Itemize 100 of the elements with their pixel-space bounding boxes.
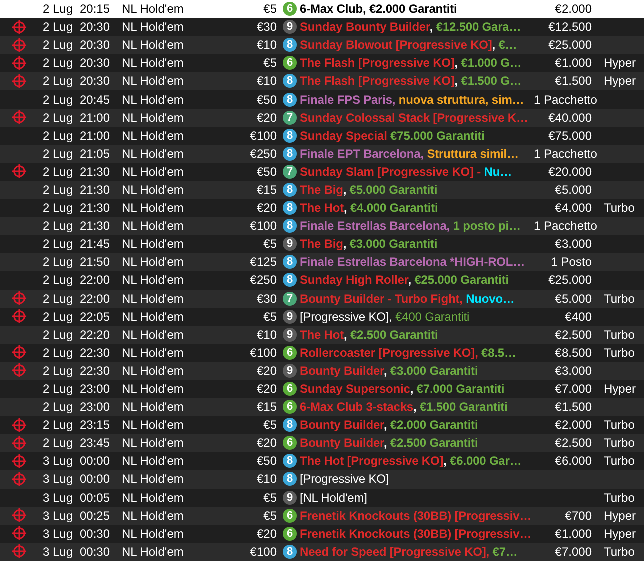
game-cell: NL Hold'em — [122, 38, 184, 52]
tournament-name: The Big, €3.000 Garantiti — [300, 237, 438, 252]
speed-cell: Hyper — [604, 382, 636, 396]
buyin-cell: €250 — [250, 273, 277, 288]
table-row[interactable]: 2 Lug 20:30 NL Hold'em €10 8 Sunday Blowout [Progressive KO], €… €25.000 — [0, 36, 644, 54]
date-cell: 2 Lug — [43, 110, 74, 125]
time-cell: 22:20 — [80, 328, 110, 342]
prize-cell: €2.000 — [555, 418, 592, 432]
table-row[interactable]: 2 Lug 22:30 NL Hold'em €20 9 Bounty Builder, €3.000 Garantiti €3.000 — [0, 362, 644, 380]
game-cell: NL Hold'em — [122, 364, 184, 378]
table-size-badge: 9 — [283, 20, 297, 34]
time-cell: 21:50 — [80, 255, 110, 270]
game-cell: NL Hold'em — [122, 490, 184, 505]
table-row[interactable]: 2 Lug 23:15 NL Hold'em €5 8 Bounty Builder, €2.000 Garantiti €2.000 Turbo — [0, 416, 644, 434]
table-row[interactable]: 3 Lug 00:30 NL Hold'em €20 6 Frenetik Knockouts (30BB) [Progressiv… €1.000 Hyper — [0, 524, 644, 543]
buyin-cell: €50 — [256, 92, 277, 107]
tournament-name: Sunday Colossal Stack [Progressive K… — [300, 110, 528, 125]
game-cell: NL Hold'em — [122, 56, 184, 70]
game-cell: NL Hold'em — [122, 508, 184, 523]
date-cell: 2 Lug — [43, 436, 74, 450]
speed-cell: Hyper — [604, 508, 636, 523]
time-cell: 21:05 — [80, 146, 110, 161]
table-size-badge: 9 — [283, 490, 297, 505]
time-cell: 20:15 — [80, 2, 110, 16]
prize-cell: €5.000 — [555, 292, 592, 306]
speed-cell: Hyper — [604, 74, 636, 88]
speed-cell: Turbo — [604, 436, 635, 450]
time-cell: 20:30 — [80, 56, 110, 70]
date-cell: 2 Lug — [43, 273, 74, 288]
table-row[interactable]: 2 Lug 22:00 NL Hold'em €30 7 Bounty Builder - Turbo Fight, Nuovo… €5.000 Turbo — [0, 290, 644, 308]
tournament-name: Bounty Builder, €2.500 Garantiti — [300, 436, 478, 450]
prize-cell: €1.000 — [555, 526, 592, 541]
time-cell: 23:00 — [80, 400, 110, 414]
game-cell: NL Hold'em — [122, 544, 184, 559]
game-cell: NL Hold'em — [122, 292, 184, 306]
table-row[interactable]: 2 Lug 21:30 NL Hold'em €100 8 Finale Estrellas Barcelona, 1 posto pi… 1 Pacchetto — [0, 217, 644, 236]
game-cell: NL Hold'em — [122, 328, 184, 342]
tournament-name: Finale Estrellas Barcelona, 1 posto pi… — [300, 219, 521, 234]
table-size-badge: 8 — [283, 38, 297, 52]
time-cell: 00:30 — [80, 544, 110, 559]
table-row[interactable]: 2 Lug 21:00 NL Hold'em €100 8 Sunday Special €75.000 Garantiti €75.000 — [0, 126, 644, 145]
prize-cell: €3.000 — [555, 237, 592, 252]
tournament-name: 6-Max Club, €2.000 Garantiti — [300, 2, 458, 16]
table-size-badge: 6 — [283, 400, 297, 414]
table-row[interactable]: 2 Lug 20:30 NL Hold'em €5 6 The Flash [Progressive KO], €1.000 G… €1.000 Hyper — [0, 54, 644, 72]
table-row[interactable]: 2 Lug 21:00 NL Hold'em €20 7 Sunday Colossal Stack [Progressive K… €40.000 — [0, 108, 644, 127]
speed-cell: Turbo — [604, 292, 635, 306]
date-cell: 3 Lug — [43, 472, 74, 486]
buyin-cell: €15 — [256, 400, 277, 414]
table-row[interactable]: 3 Lug 00:25 NL Hold'em €5 6 Frenetik Knockouts (30BB) [Progressiv… €700 Hyper — [0, 506, 644, 525]
table-row[interactable]: 2 Lug 21:30 NL Hold'em €15 8 The Big, €5.000 Garantiti €5.000 — [0, 180, 644, 200]
buyin-cell: €5 — [264, 490, 277, 505]
tournament-name: The Hot, €4.000 Garantiti — [300, 201, 438, 216]
table-row[interactable]: 2 Lug 22:05 NL Hold'em €5 9 [Progressive KO], €400 Garantiti €400 — [0, 308, 644, 326]
table-row[interactable]: 3 Lug 00:30 NL Hold'em €100 8 Need for Speed [Progressive KO], €7… €7.000 Turbo — [0, 542, 644, 561]
game-cell: NL Hold'em — [122, 74, 184, 88]
tournament-name: [NL Hold'em] — [300, 490, 368, 505]
game-cell: NL Hold'em — [122, 201, 184, 216]
game-cell: NL Hold'em — [122, 346, 184, 360]
tournament-name: Finale Estrellas Barcelona *HIGH-ROL… — [300, 255, 526, 270]
game-cell: NL Hold'em — [122, 436, 184, 450]
table-row[interactable]: 2 Lug 22:20 NL Hold'em €10 9 The Hot, €2.500 Garantiti €2.500 Turbo — [0, 326, 644, 344]
time-cell: 23:15 — [80, 418, 110, 432]
date-cell: 2 Lug — [43, 255, 74, 270]
table-row[interactable]: 2 Lug 23:00 NL Hold'em €15 6 6-Max Club 3-stacks, €1.500 Garantiti €1.500 — [0, 398, 644, 416]
prize-cell: 1 Pacchetto — [534, 146, 598, 161]
table-row[interactable]: 3 Lug 00:05 NL Hold'em €5 9 [NL Hold'em] Turbo — [0, 488, 644, 507]
table-size-badge: 6 — [283, 526, 297, 541]
buyin-cell: €5 — [264, 418, 277, 432]
tournament-name: Bounty Builder, €2.000 Garantiti — [300, 418, 478, 432]
table-row[interactable]: 3 Lug 00:00 NL Hold'em €10 8 [Progressive KO] — [0, 470, 644, 489]
date-cell: 2 Lug — [43, 346, 74, 360]
prize-cell: €75.000 — [548, 128, 592, 143]
date-cell: 2 Lug — [43, 38, 74, 52]
time-cell: 21:30 — [80, 164, 110, 179]
table-row[interactable]: 2 Lug 21:05 NL Hold'em €250 8 Finale EPT Barcelona, Struttura simil… 1 Pacchetto — [0, 144, 644, 163]
buyin-cell: €100 — [250, 346, 277, 360]
buyin-cell: €5 — [264, 56, 277, 70]
tournament-name: The Hot [Progressive KO], €6.000 Gar… — [300, 454, 522, 468]
speed-cell: Turbo — [604, 454, 635, 468]
buyin-cell: €15 — [256, 182, 277, 197]
table-row[interactable]: 2 Lug 21:45 NL Hold'em €5 9 The Big, €3.000 Garantiti €3.000 — [0, 235, 644, 254]
table-row[interactable]: 2 Lug 21:50 NL Hold'em €125 8 Finale Estrellas Barcelona *HIGH-ROL… 1 Posto — [0, 253, 644, 272]
buyin-cell: €30 — [256, 20, 277, 34]
date-cell: 2 Lug — [43, 164, 74, 179]
table-row[interactable]: 3 Lug 00:00 NL Hold'em €50 8 The Hot [Progressive KO], €6.000 Gar… €6.000 Turbo — [0, 452, 644, 470]
buyin-cell: €20 — [256, 110, 277, 125]
buyin-cell: €20 — [256, 436, 277, 450]
buyin-cell: €100 — [250, 219, 277, 234]
table-row[interactable]: 2 Lug 20:15 NL Hold'em €5 6 6-Max Club, €2.000 Garantiti €2.000 — [0, 0, 644, 18]
table-row[interactable]: 2 Lug 23:45 NL Hold'em €20 6 Bounty Builder, €2.500 Garantiti €2.500 Turbo — [0, 434, 644, 452]
date-cell: 3 Lug — [43, 526, 74, 541]
table-row[interactable]: 2 Lug 20:30 NL Hold'em €10 8 The Flash [Progressive KO], €1.500 G… €1.500 Hyper — [0, 72, 644, 90]
time-cell: 21:30 — [80, 219, 110, 234]
tournament-name: The Big, €5.000 Garantiti — [300, 182, 438, 197]
buyin-cell: €20 — [256, 526, 277, 541]
prize-cell: €6.000 — [555, 454, 592, 468]
tournament-name: Frenetik Knockouts (30BB) [Progressiv… — [300, 508, 532, 523]
game-cell: NL Hold'em — [122, 273, 184, 288]
buyin-cell: €10 — [256, 328, 277, 342]
